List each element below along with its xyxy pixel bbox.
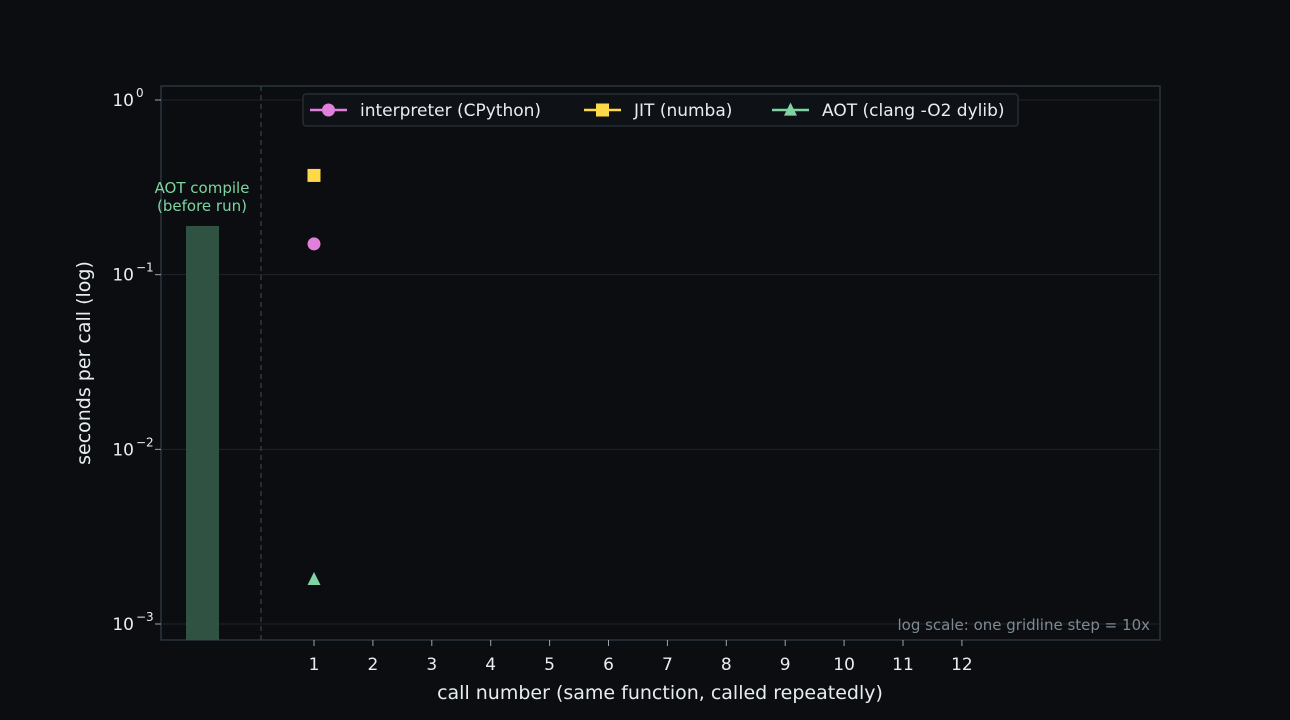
y-tick-exponent: −1: [136, 261, 154, 275]
y-tick-label: 10: [112, 266, 134, 286]
y-tick-label: 10: [112, 440, 134, 460]
y-tick-label: 10: [112, 615, 134, 635]
legend-label: AOT (clang -O2 dylib): [822, 101, 1005, 121]
x-tick-label: 12: [951, 655, 973, 675]
x-tick-label: 4: [485, 655, 496, 675]
x-tick-label: 2: [367, 655, 378, 675]
y-tick-exponent: −3: [136, 610, 154, 624]
y-ticks: 10 010 −110 −210 −3: [112, 86, 161, 635]
y-tick-exponent: 0: [136, 86, 144, 100]
x-tick-label: 11: [892, 655, 914, 675]
legend-label: JIT (numba): [633, 101, 732, 121]
data-point-series-1: [307, 168, 321, 182]
x-tick-label: 8: [721, 655, 732, 675]
chart: 10 010 −110 −210 −3 1 2 3 4 5 6 7 8 9 10 11 12 call num…: [73, 85, 1161, 704]
x-tick-label: 7: [662, 655, 673, 675]
legend-marker: [322, 103, 335, 117]
compile-label-line1: AOT compile: [155, 179, 250, 197]
compile-label-line2: (before run): [157, 197, 247, 215]
legend-entries: interpreter (CPython) JIT (numba) AOT (cla…: [310, 101, 1005, 121]
legend-label: interpreter (CPython): [360, 101, 541, 121]
x-tick-label: 3: [426, 655, 437, 675]
y-tick-label: 10: [112, 91, 134, 111]
data-point-series-0: [307, 237, 321, 251]
y-axis-label: seconds per call (log): [73, 261, 95, 465]
x-tick-label: 6: [603, 655, 614, 675]
x-axis-label: call number (same function, called repea…: [437, 682, 883, 704]
legend: interpreter (CPython) JIT (numba) AOT (cla…: [302, 93, 1019, 127]
x-tick-label: 1: [309, 655, 320, 675]
legend-marker: [596, 103, 609, 117]
x-tick-label: 9: [780, 655, 791, 675]
compile-bar: [186, 225, 219, 640]
x-ticks: 1 2 3 4 5 6 7 8 9 10 11 12: [309, 640, 973, 675]
x-tick-label: 10: [833, 655, 855, 675]
y-tick-exponent: −2: [136, 435, 154, 449]
compile-bar-group: [186, 225, 219, 640]
x-tick-label: 5: [544, 655, 555, 675]
scale-annotation: log scale: one gridline step = 10x: [897, 616, 1150, 634]
